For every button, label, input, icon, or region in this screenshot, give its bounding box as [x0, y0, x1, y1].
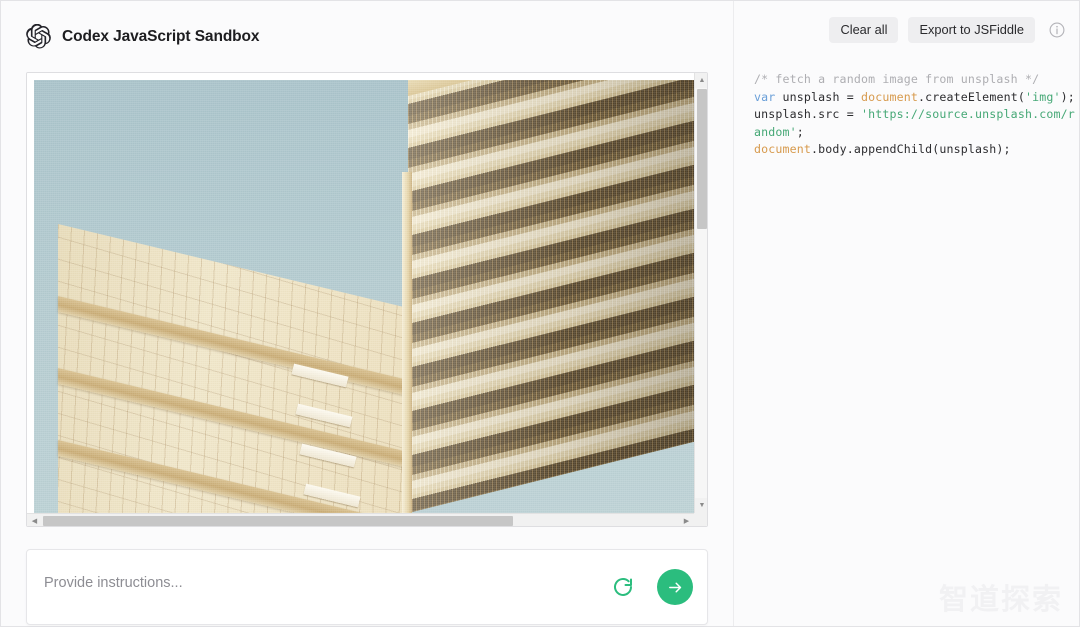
photo-side-shading [408, 80, 694, 513]
scroll-right-icon[interactable]: ▶ [679, 514, 694, 527]
code-token: /* fetch a random image from unsplash */ [754, 72, 1039, 86]
scroll-down-icon[interactable]: ▼ [695, 498, 708, 513]
refresh-circle-icon[interactable] [611, 575, 635, 599]
preview-frame[interactable]: ▲ ▼ ◀ ▶ [26, 72, 708, 527]
app-header: Codex JavaScript Sandbox [1, 1, 733, 72]
preview-frame-inner: ▲ ▼ ◀ ▶ [27, 73, 708, 527]
preview-vertical-scrollbar[interactable]: ▲ ▼ [694, 73, 708, 513]
info-circle-icon[interactable] [1047, 20, 1067, 40]
code-token: ); [1061, 90, 1075, 104]
clear-all-button[interactable]: Clear all [829, 17, 898, 44]
preview-horizontal-scrollbar[interactable]: ◀ ▶ [27, 513, 694, 527]
code-token: unsplash.src = [754, 107, 861, 121]
send-button[interactable] [657, 569, 693, 605]
scrollbar-corner [694, 513, 708, 527]
arrow-right-icon [667, 579, 684, 596]
code-toolbar: Clear all Export to JSFiddle [734, 1, 1079, 59]
page-title: Codex JavaScript Sandbox [62, 28, 259, 46]
code-pane: Clear all Export to JSFiddle /* fetch a … [734, 1, 1079, 626]
code-token: document [861, 90, 918, 104]
export-to-jsfiddle-button[interactable]: Export to JSFiddle [908, 17, 1035, 44]
instructions-input[interactable] [27, 550, 567, 596]
horizontal-scroll-thumb[interactable] [43, 516, 513, 526]
building-photo [34, 80, 694, 513]
code-token: ; [797, 125, 804, 139]
rendered-image [34, 80, 694, 513]
code-token: .body.appendChild(unsplash); [811, 142, 1011, 156]
openai-logo-icon [26, 24, 51, 49]
app-window: Codex JavaScript Sandbox [0, 0, 1080, 627]
photo-building-corner [402, 172, 412, 513]
photo-building-side-facade [408, 80, 694, 513]
code-editor[interactable]: /* fetch a random image from unsplash */… [734, 59, 1079, 159]
instructions-box[interactable] [26, 549, 708, 625]
code-token: unsplash = [783, 90, 861, 104]
scroll-up-icon[interactable]: ▲ [695, 73, 708, 88]
code-token: .createElement( [918, 90, 1025, 104]
preview-pane: Codex JavaScript Sandbox [1, 1, 734, 626]
vertical-scroll-thumb[interactable] [697, 89, 707, 229]
code-content[interactable]: /* fetch a random image from unsplash */… [754, 71, 1075, 159]
code-token: document [754, 142, 811, 156]
scroll-left-icon[interactable]: ◀ [27, 514, 42, 527]
code-token: 'img' [1025, 90, 1061, 104]
watermark-text: 智道探索 [939, 576, 1063, 618]
code-token: var [754, 90, 783, 104]
